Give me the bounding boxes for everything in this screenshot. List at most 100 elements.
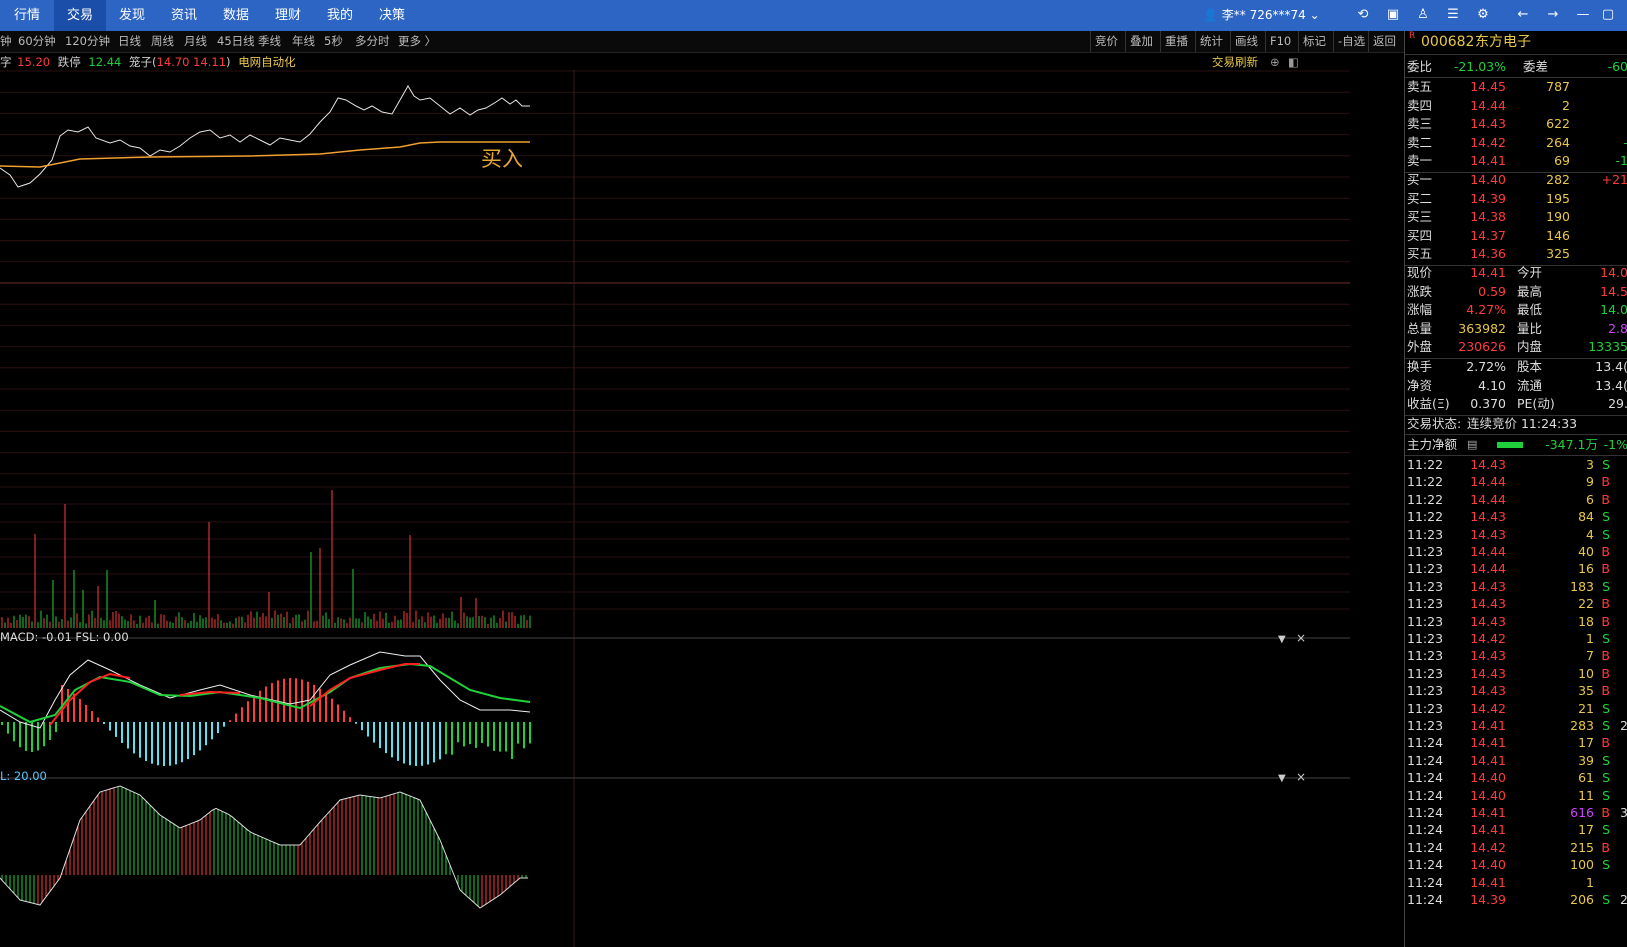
tick-price: 14.42: [1470, 700, 1506, 716]
refresh-icon[interactable]: ⟲: [1355, 7, 1371, 23]
period-tab-10[interactable]: 多分时: [355, 31, 390, 52]
indicator-close-icon[interactable]: ×: [1296, 770, 1306, 784]
trade-refresh-button[interactable]: 交易刷新: [1212, 53, 1258, 71]
period-tab-1[interactable]: 60分钟: [18, 31, 56, 52]
tool-button-3[interactable]: 统计: [1195, 31, 1227, 52]
user-account[interactable]: 👤 李** 726***74 ⌄: [1203, 0, 1320, 31]
tool-button-4[interactable]: 画线: [1230, 31, 1262, 52]
tick-price: 14.43: [1470, 457, 1506, 472]
menu-5[interactable]: 理财: [262, 0, 314, 31]
tick-price: 14.40: [1470, 770, 1506, 786]
net-flow-info-icon[interactable]: ▤: [1467, 436, 1477, 454]
tick-volume: 61: [1578, 770, 1594, 786]
layout-small-icon[interactable]: ◧: [1288, 53, 1299, 71]
back-icon[interactable]: ←: [1515, 7, 1531, 23]
tick-volume: 1: [1586, 874, 1594, 890]
menu-6[interactable]: 我的: [314, 0, 366, 31]
intraday-chart-area[interactable]: 5.28%4.75%4.23%3.70%3.17%2.64%2.11%1.58%…: [0, 70, 1350, 947]
tick-side: B: [1601, 839, 1610, 855]
gear-icon[interactable]: ⚙: [1475, 7, 1491, 23]
stock-header[interactable]: R 000682 东方电子: [1405, 31, 1627, 55]
quote-panel: R 000682 东方电子 委比 -21.03% 委差 -60 卖五 14.45 787 卖四 14.…: [1404, 31, 1627, 947]
bid-volume: 190: [1546, 209, 1570, 225]
tick-row: 11:23 14.44 40 B: [1405, 543, 1627, 561]
tool-button-0[interactable]: 竞价: [1090, 31, 1122, 52]
period-tab-0[interactable]: 钟: [0, 31, 12, 52]
tick-volume: 283: [1570, 718, 1594, 733]
tool-button-1[interactable]: 叠加: [1125, 31, 1157, 52]
quote-value: 230626: [1458, 339, 1506, 355]
price-line: [0, 85, 530, 188]
cage-high: 14.70: [156, 55, 190, 69]
indicator-collapse-icon[interactable]: ▼: [1278, 773, 1286, 784]
quote-row: 总量 363982 量比 2.8: [1405, 320, 1627, 338]
tick-time: 11:24: [1407, 822, 1444, 838]
tick-row: 11:22 14.43 3 S: [1405, 456, 1627, 474]
period-tab-6[interactable]: 45日线: [217, 31, 255, 52]
settings-small-icon[interactable]: ⊕: [1270, 53, 1280, 71]
macd-collapse-icon[interactable]: ▼: [1278, 634, 1286, 645]
fundamental-row: 换手 2.72% 股本 13.4(: [1405, 358, 1627, 376]
bid-label: 买三: [1407, 209, 1433, 225]
tool-button-7[interactable]: -自选: [1333, 31, 1369, 52]
period-tab-8[interactable]: 年线: [292, 31, 315, 52]
menu-1[interactable]: 交易: [54, 0, 106, 31]
cage-label: 笼子(: [129, 55, 157, 69]
tool-button-8[interactable]: 返回: [1368, 31, 1400, 52]
ask-row: 卖四 14.44 2: [1405, 97, 1627, 115]
menu-2[interactable]: 发现: [106, 0, 158, 31]
tick-time: 11:22: [1407, 474, 1444, 490]
tool-button-6[interactable]: 标记: [1298, 31, 1330, 52]
menu-0[interactable]: 行情: [0, 0, 54, 31]
ask-volume: 69: [1554, 153, 1570, 169]
menu-3[interactable]: 资讯: [158, 0, 210, 31]
period-tab-9[interactable]: 5秒: [324, 31, 343, 52]
tick-time: 11:23: [1407, 526, 1444, 542]
tick-price: 14.44: [1470, 544, 1506, 559]
ask-volume: 622: [1546, 116, 1570, 132]
tick-price: 14.42: [1470, 631, 1506, 646]
concept-link[interactable]: 电网自动化: [238, 55, 296, 69]
tick-row: 11:24 14.41 17 B: [1405, 734, 1627, 752]
doc-icon[interactable]: ☰: [1445, 7, 1461, 23]
period-tab-2[interactable]: 120分钟: [65, 31, 110, 52]
tick-time: 11:24: [1407, 735, 1444, 751]
net-flow-extra: -1%: [1603, 437, 1627, 452]
period-tab-4[interactable]: 周线: [151, 31, 174, 52]
minimize-icon[interactable]: —: [1575, 7, 1591, 23]
period-tab-5[interactable]: 月线: [184, 31, 207, 52]
tick-price: 14.40: [1470, 787, 1506, 803]
tick-volume: 16: [1578, 561, 1594, 577]
ask-volume: 787: [1546, 79, 1570, 94]
menu-7[interactable]: 决策: [366, 0, 418, 31]
maximize-icon[interactable]: ▢: [1600, 7, 1616, 23]
tool-button-5[interactable]: F10: [1265, 31, 1295, 52]
menu-4[interactable]: 数据: [210, 0, 262, 31]
tick-row: 11:24 14.41 1: [1405, 874, 1627, 892]
tick-row: 11:24 14.41 39 S: [1405, 752, 1627, 770]
macd-close-icon[interactable]: ×: [1296, 631, 1306, 645]
fund-value: 4.10: [1478, 377, 1506, 393]
tick-side: B: [1601, 561, 1610, 577]
forward-icon[interactable]: →: [1545, 7, 1561, 23]
quote-value: 363982: [1458, 320, 1506, 336]
bid-price: 14.40: [1470, 172, 1506, 187]
period-tab-3[interactable]: 日线: [118, 31, 141, 52]
tick-side: S: [1602, 631, 1610, 646]
quote-label: 现价: [1407, 265, 1433, 280]
tick-volume: 21: [1578, 700, 1594, 716]
period-tab-7[interactable]: 季线: [258, 31, 281, 52]
tick-extra: 2: [1620, 892, 1627, 907]
ask-row: 卖五 14.45 787: [1405, 78, 1627, 96]
tick-volume: 22: [1578, 596, 1594, 612]
ask-label: 卖四: [1407, 97, 1433, 113]
tool-button-2[interactable]: 重播: [1160, 31, 1192, 52]
screen-icon[interactable]: ▣: [1385, 7, 1401, 23]
period-tab-11[interactable]: 更多 〉: [398, 31, 436, 52]
trade-status-label: 交易状态:: [1407, 416, 1462, 431]
trade-status-row: 交易状态: 连续竞价 11:24:33: [1405, 415, 1627, 433]
tick-price: 14.42: [1470, 839, 1506, 855]
tick-time: 11:23: [1407, 578, 1444, 594]
tick-side: S: [1602, 770, 1610, 786]
shirt-icon[interactable]: ♙: [1415, 7, 1431, 23]
